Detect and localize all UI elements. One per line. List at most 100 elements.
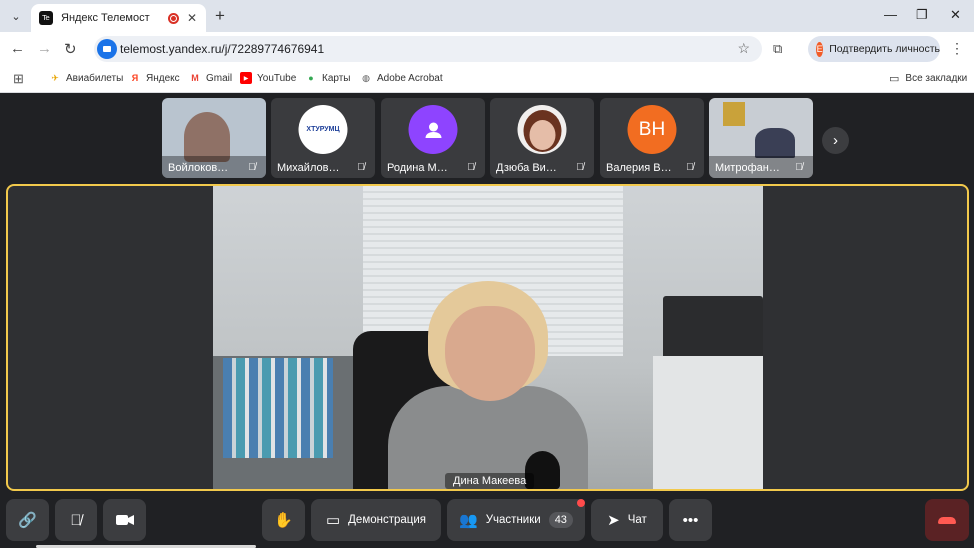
bookmark-label: Gmail [206, 72, 233, 84]
mic-muted-icon: 🎙̸ [795, 161, 803, 173]
bookmark-adobe-acrobat[interactable]: ◍ Adobe Acrobat [360, 72, 443, 84]
bookmark-star-icon[interactable]: ☆ [737, 40, 750, 57]
participant-name: Валерия В… [606, 162, 672, 174]
mic-muted-icon: 🎙̸ [576, 161, 584, 173]
bookmark-yandex[interactable]: Я Яндекс [129, 72, 180, 84]
url-text[interactable]: telemost.yandex.ru/j/72289774676941 [120, 42, 324, 56]
site-camera-icon[interactable] [97, 39, 117, 59]
participant-video [184, 112, 230, 162]
screen-share-label: Демонстрация [348, 514, 427, 526]
participant-name: Дзюба Ви… [496, 162, 557, 174]
speaker-name: Дина Макеева [445, 473, 535, 489]
restore-icon[interactable]: ❐ [916, 7, 928, 23]
more-dots-icon: ••• [682, 511, 699, 529]
tab-strip: ⌄ Te Яндекс Телемост ✕ + — ❐ ✕ [0, 0, 974, 32]
tab-close-icon[interactable]: ✕ [187, 11, 197, 25]
bookmark-label: Карты [322, 72, 351, 84]
camera-icon [115, 514, 134, 526]
folder-icon: ▭ [889, 73, 900, 85]
tab-telemost[interactable]: Te Яндекс Телемост ✕ [31, 4, 206, 32]
new-tab-plus-icon[interactable]: + [215, 6, 225, 26]
mic-muted-icon: 🎙̸ [686, 161, 694, 173]
participant-tile[interactable]: Дзюба Ви… 🎙̸ [490, 98, 594, 178]
participant-name: Митрофан… [715, 162, 780, 174]
bookmark-maps[interactable]: ● Карты [305, 72, 351, 84]
screen-share-button[interactable]: ▭ Демонстрация [311, 499, 441, 541]
address-bar[interactable]: telemost.yandex.ru/j/72289774676941 ☆ [94, 36, 762, 62]
more-options-button[interactable]: ••• [669, 499, 712, 541]
participant-tile[interactable]: Митрофан… 🎙̸ [709, 98, 813, 178]
mic-off-icon: 🎙̸ [70, 511, 82, 529]
reload-icon[interactable]: ↻ [64, 40, 77, 58]
initials-avatar: ВН [627, 105, 677, 154]
telemost-favicon-icon: Te [39, 11, 53, 25]
tab-search-icon[interactable]: ⌄ [6, 7, 26, 25]
bookmark-aviabilety[interactable]: ✈ Авиабилеты [49, 72, 123, 84]
meeting-stage: Войлоков… 🎙̸ ХТУРУМЦ Михайлов… 🎙̸ Родина… [0, 93, 974, 548]
navigation-bar: ← → ↻ telemost.yandex.ru/j/7228977467694… [0, 32, 974, 65]
hang-up-button[interactable] [925, 499, 969, 541]
microphone-button[interactable]: 🎙̸ [55, 499, 97, 541]
participants-count-badge: 43 [548, 512, 573, 528]
participant-tile[interactable]: ХТУРУМЦ Михайлов… 🎙̸ [271, 98, 375, 178]
active-speaker-tile[interactable]: Дина Макеева [6, 184, 969, 491]
speaker-video [213, 186, 763, 489]
recording-icon [167, 12, 179, 24]
participants-label: Участники [485, 514, 541, 526]
user-avatar-icon [408, 105, 458, 154]
camera-button[interactable] [103, 499, 146, 541]
bookmark-label: Adobe Acrobat [377, 72, 443, 84]
bookmarks-bar: ⊞ ✈ Авиабилеты Я Яндекс M Gmail ▶ YouTub… [0, 65, 974, 93]
verify-identity-label: Подтвердить личность [829, 43, 940, 55]
chat-label: Чат [627, 514, 647, 526]
participant-tile[interactable]: ВН Валерия В… 🎙̸ [600, 98, 704, 178]
participant-name: Родина М… [387, 162, 448, 174]
screen-share-icon: ▭ [325, 512, 341, 529]
participant-name: Михайлов… [277, 162, 340, 174]
forward-arrow-icon[interactable]: → [37, 40, 52, 57]
participant-photo [517, 105, 567, 154]
participant-name: Войлоков… [168, 162, 229, 174]
gmail-icon: M [191, 73, 199, 83]
notification-dot [577, 499, 585, 507]
mic-muted-icon: 🎙̸ [357, 161, 365, 173]
globe-icon: ◍ [362, 72, 370, 83]
verify-identity-button[interactable]: E Подтвердить личность [808, 36, 940, 62]
phone-hangup-icon [938, 516, 956, 524]
yandex-icon: Я [131, 73, 139, 83]
participant-tile[interactable]: Родина М… 🎙̸ [381, 98, 485, 178]
next-participants-chevron-icon[interactable]: › [822, 127, 849, 154]
youtube-icon: ▶ [240, 72, 252, 84]
people-icon: 👥 [459, 512, 478, 529]
avatar-initials: ВН [638, 118, 666, 140]
extensions-puzzle-icon[interactable]: ⧉ [773, 41, 782, 57]
bookmark-label: YouTube [257, 72, 297, 84]
plane-icon: ✈ [51, 72, 59, 83]
link-icon: 🔗 [18, 512, 37, 529]
minimize-icon[interactable]: — [884, 7, 897, 22]
org-logo-text: ХТУРУМЦ [306, 126, 340, 133]
participants-button[interactable]: 👥 Участники 43 [447, 499, 585, 541]
back-arrow-icon[interactable]: ← [10, 40, 25, 57]
mic-muted-icon: 🎙̸ [248, 161, 256, 173]
bookmark-gmail[interactable]: M Gmail [189, 72, 232, 84]
profile-avatar-icon: E [816, 41, 824, 57]
send-icon: ➤ [607, 512, 620, 529]
tab-title: Яндекс Телемост [61, 12, 150, 24]
window-close-icon[interactable]: ✕ [950, 7, 961, 23]
org-logo: ХТУРУМЦ [298, 105, 348, 154]
bookmark-youtube[interactable]: ▶ YouTube [240, 72, 296, 84]
all-bookmarks-label: Все закладки [905, 73, 968, 84]
browser-menu-icon[interactable]: ⋮ [950, 40, 964, 57]
chat-button[interactable]: ➤ Чат [591, 499, 663, 541]
apps-grid-icon[interactable]: ⊞ [13, 71, 24, 87]
emblem-decor [723, 102, 745, 126]
all-bookmarks-button[interactable]: ▭ Все закладки [889, 72, 967, 85]
copy-link-button[interactable]: 🔗 [6, 499, 49, 541]
participant-tile[interactable]: Войлоков… 🎙̸ [162, 98, 266, 178]
participant-video [755, 128, 795, 158]
maps-pin-icon: ● [308, 73, 314, 83]
mic-muted-icon: 🎙̸ [467, 161, 475, 173]
bookmark-label: Авиабилеты [66, 72, 124, 84]
raise-hand-button[interactable]: ✋ [262, 499, 305, 541]
